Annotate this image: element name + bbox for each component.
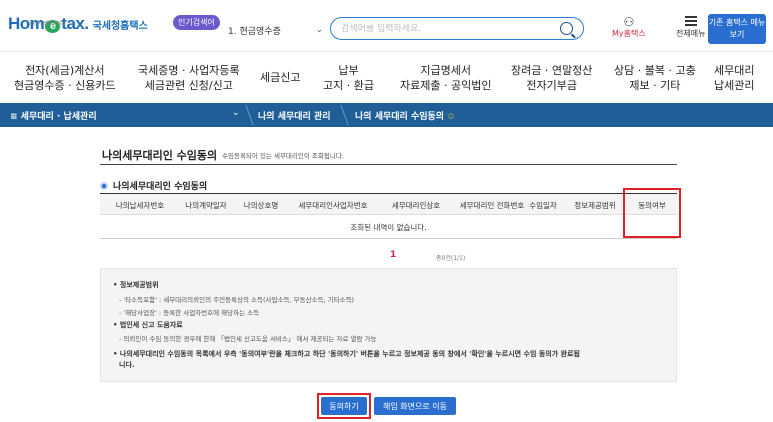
info-line: - '해당사업장' : 등록한 사업자번호에 해당하는 소득 xyxy=(119,309,260,317)
gnb-label: 장려금 · 연말정산 xyxy=(511,64,593,77)
info-line: • 법인세 신고 도움자료 xyxy=(113,321,183,329)
gnb-item-einvoice[interactable]: 전자(세금)계산서 현금영수증 · 신용카드 xyxy=(14,63,116,93)
section-title-label: 나의세무대리인 수임동의 xyxy=(113,182,208,192)
column-header: 수임일자 xyxy=(529,201,557,210)
logo-subtitle: 국민이 행복해지는 xyxy=(28,21,67,27)
gnb-item-tax-filing[interactable]: 세금신고 xyxy=(260,70,300,85)
gnb-item-payment-statement[interactable]: 지급명세서 자료제출 · 공익법인 xyxy=(400,63,491,93)
gnb-label: 세금관련 신청/신고 xyxy=(144,79,233,92)
page-description: 수임등록되어 있는 세무대리인이 조회됩니다. xyxy=(222,152,344,160)
column-header: 나의계약일자 xyxy=(185,201,227,210)
title-divider xyxy=(100,164,677,165)
column-header: 세무대리인상호 xyxy=(391,201,441,210)
table-bottom-border xyxy=(100,238,677,239)
consent-column-highlight xyxy=(623,188,681,238)
bullet-icon xyxy=(100,181,108,190)
gnb-label: 자료제출 · 공익법인 xyxy=(400,79,492,92)
gnb-label: 납세관리 xyxy=(714,79,755,92)
old-hometax-button[interactable]: 기존 홈택스 메뉴 보기 xyxy=(708,14,766,44)
go-dismissal-button[interactable]: 해임 화면으로 이동 xyxy=(374,397,456,415)
gnb-item-tax-agent[interactable]: 세무대리 납세관리 xyxy=(714,63,754,93)
table-divider xyxy=(100,214,677,215)
hamburger-icon xyxy=(684,16,697,26)
all-menu-button[interactable]: 전체메뉴 xyxy=(676,16,705,39)
hometax-logo[interactable]: 국민이 행복해지는 Hom e tax. 국세청홈택스 xyxy=(8,14,148,34)
my-hometax-button[interactable]: ⚇ My홈택스 xyxy=(612,16,646,39)
gnb-item-year-end[interactable]: 장려금 · 연말정산 전자기부금 xyxy=(511,63,592,93)
logo-korean: 국세청홈택스 xyxy=(92,20,148,32)
column-header: 나의납세자번호 xyxy=(115,201,165,210)
main-navigation: 전자(세금)계산서 현금영수증 · 신용카드 국세증명 · 사업자등록 세금관련… xyxy=(0,53,773,101)
column-header: 세무대리인사업자번호 xyxy=(298,201,368,210)
user-icon: ⚇ xyxy=(623,15,635,29)
popular-search-select[interactable]: 1. 현금영수증 ⌄ xyxy=(228,22,323,38)
gnb-item-payment[interactable]: 납부 고지 · 환급 xyxy=(323,63,374,93)
table-empty-message: 조회된 내역이 없습니다. xyxy=(350,223,427,232)
favorite-star-icon[interactable]: ✩ xyxy=(447,112,455,122)
gnb-label: 고지 · 환급 xyxy=(323,79,374,92)
gnb-label: 국세증명 · 사업자등록 xyxy=(138,64,240,77)
gnb-label: 현금영수증 · 신용카드 xyxy=(14,79,116,92)
breadcrumb-divider xyxy=(331,105,349,125)
column-header: 정보제공범위 xyxy=(574,201,616,210)
gnb-item-certificates[interactable]: 국세증명 · 사업자등록 세금관련 신청/신고 xyxy=(138,63,240,93)
column-header: 세무대리인 전화번호 xyxy=(459,201,525,210)
gnb-label: 제보 · 기타 xyxy=(629,79,681,92)
info-line: • 나의세무대리인 수임동의 목록에서 우측 '동의여부'란을 체크하고 하단 … xyxy=(113,350,580,358)
all-menu-label: 전체메뉴 xyxy=(676,29,706,38)
popular-search-badge: 인기검색어 xyxy=(173,15,220,30)
breadcrumb-menu[interactable]: ≡ 세무대리 · 납세관리 xyxy=(10,109,97,122)
info-line: • 정보제공범위 xyxy=(113,281,159,289)
search-icon[interactable] xyxy=(560,22,573,35)
gnb-label: 상담 · 불복 · 고충 xyxy=(614,64,696,77)
breadcrumb-level3-label: 나의 세무대리 수임동의 xyxy=(355,112,445,122)
breadcrumb: ≡ 세무대리 · 납세관리 ⌄ 나의 세무대리 관리 나의 세무대리 수임동의 … xyxy=(0,103,773,127)
gnb-item-consult[interactable]: 상담 · 불복 · 고충 제보 · 기타 xyxy=(614,63,696,93)
gnb-label: 납부 xyxy=(338,64,359,77)
info-line: - '타소득포함' : 세무대리의뢰인의 주민등록상의 소득(사업소득, 부동산… xyxy=(119,296,355,304)
section-title: 나의세무대리인 수임동의 xyxy=(100,179,207,192)
pagination-current-page[interactable]: 1 xyxy=(390,250,396,260)
gnb-label: 전자기부금 xyxy=(526,79,577,92)
breadcrumb-level2[interactable]: 나의 세무대리 관리 xyxy=(258,109,331,122)
info-line: 니다. xyxy=(119,361,135,369)
info-line: - 의뢰인이 수임 동의한 경우에 한해 「법인세 신고도움 서비스」 에서 제… xyxy=(119,335,377,343)
gnb-label: 세금신고 xyxy=(260,71,301,84)
chevron-down-icon: ⌄ xyxy=(315,25,323,35)
breadcrumb-level3: 나의 세무대리 수임동의 ✩ xyxy=(355,109,455,122)
search-bar xyxy=(330,17,584,40)
column-header: 나의상호명 xyxy=(243,201,279,210)
gnb-label: 전자(세금)계산서 xyxy=(25,64,105,77)
pagination-count: 총0건(1/1) xyxy=(436,255,466,262)
info-box: • 정보제공범위 - '타소득포함' : 세무대리의뢰인의 주민등록상의 소득(… xyxy=(100,268,677,382)
agree-button-highlight xyxy=(317,393,371,419)
gnb-label: 세무대리 xyxy=(714,64,755,77)
top-header: 국민이 행복해지는 Hom e tax. 국세청홈택스 인기검색어 1. 현금영수증… xyxy=(0,0,773,52)
search-input[interactable] xyxy=(341,23,560,34)
popular-search-value: 1. 현금영수증 xyxy=(228,26,281,37)
page-title: 나의세무대리인 수임동의 xyxy=(102,149,218,162)
my-hometax-label: My홈택스 xyxy=(612,29,646,38)
gnb-label: 지급명세서 xyxy=(420,64,472,77)
table-header: 나의납세자번호 나의계약일자 나의상호명 세무대리인사업자번호 세무대리인상호 … xyxy=(100,194,677,214)
